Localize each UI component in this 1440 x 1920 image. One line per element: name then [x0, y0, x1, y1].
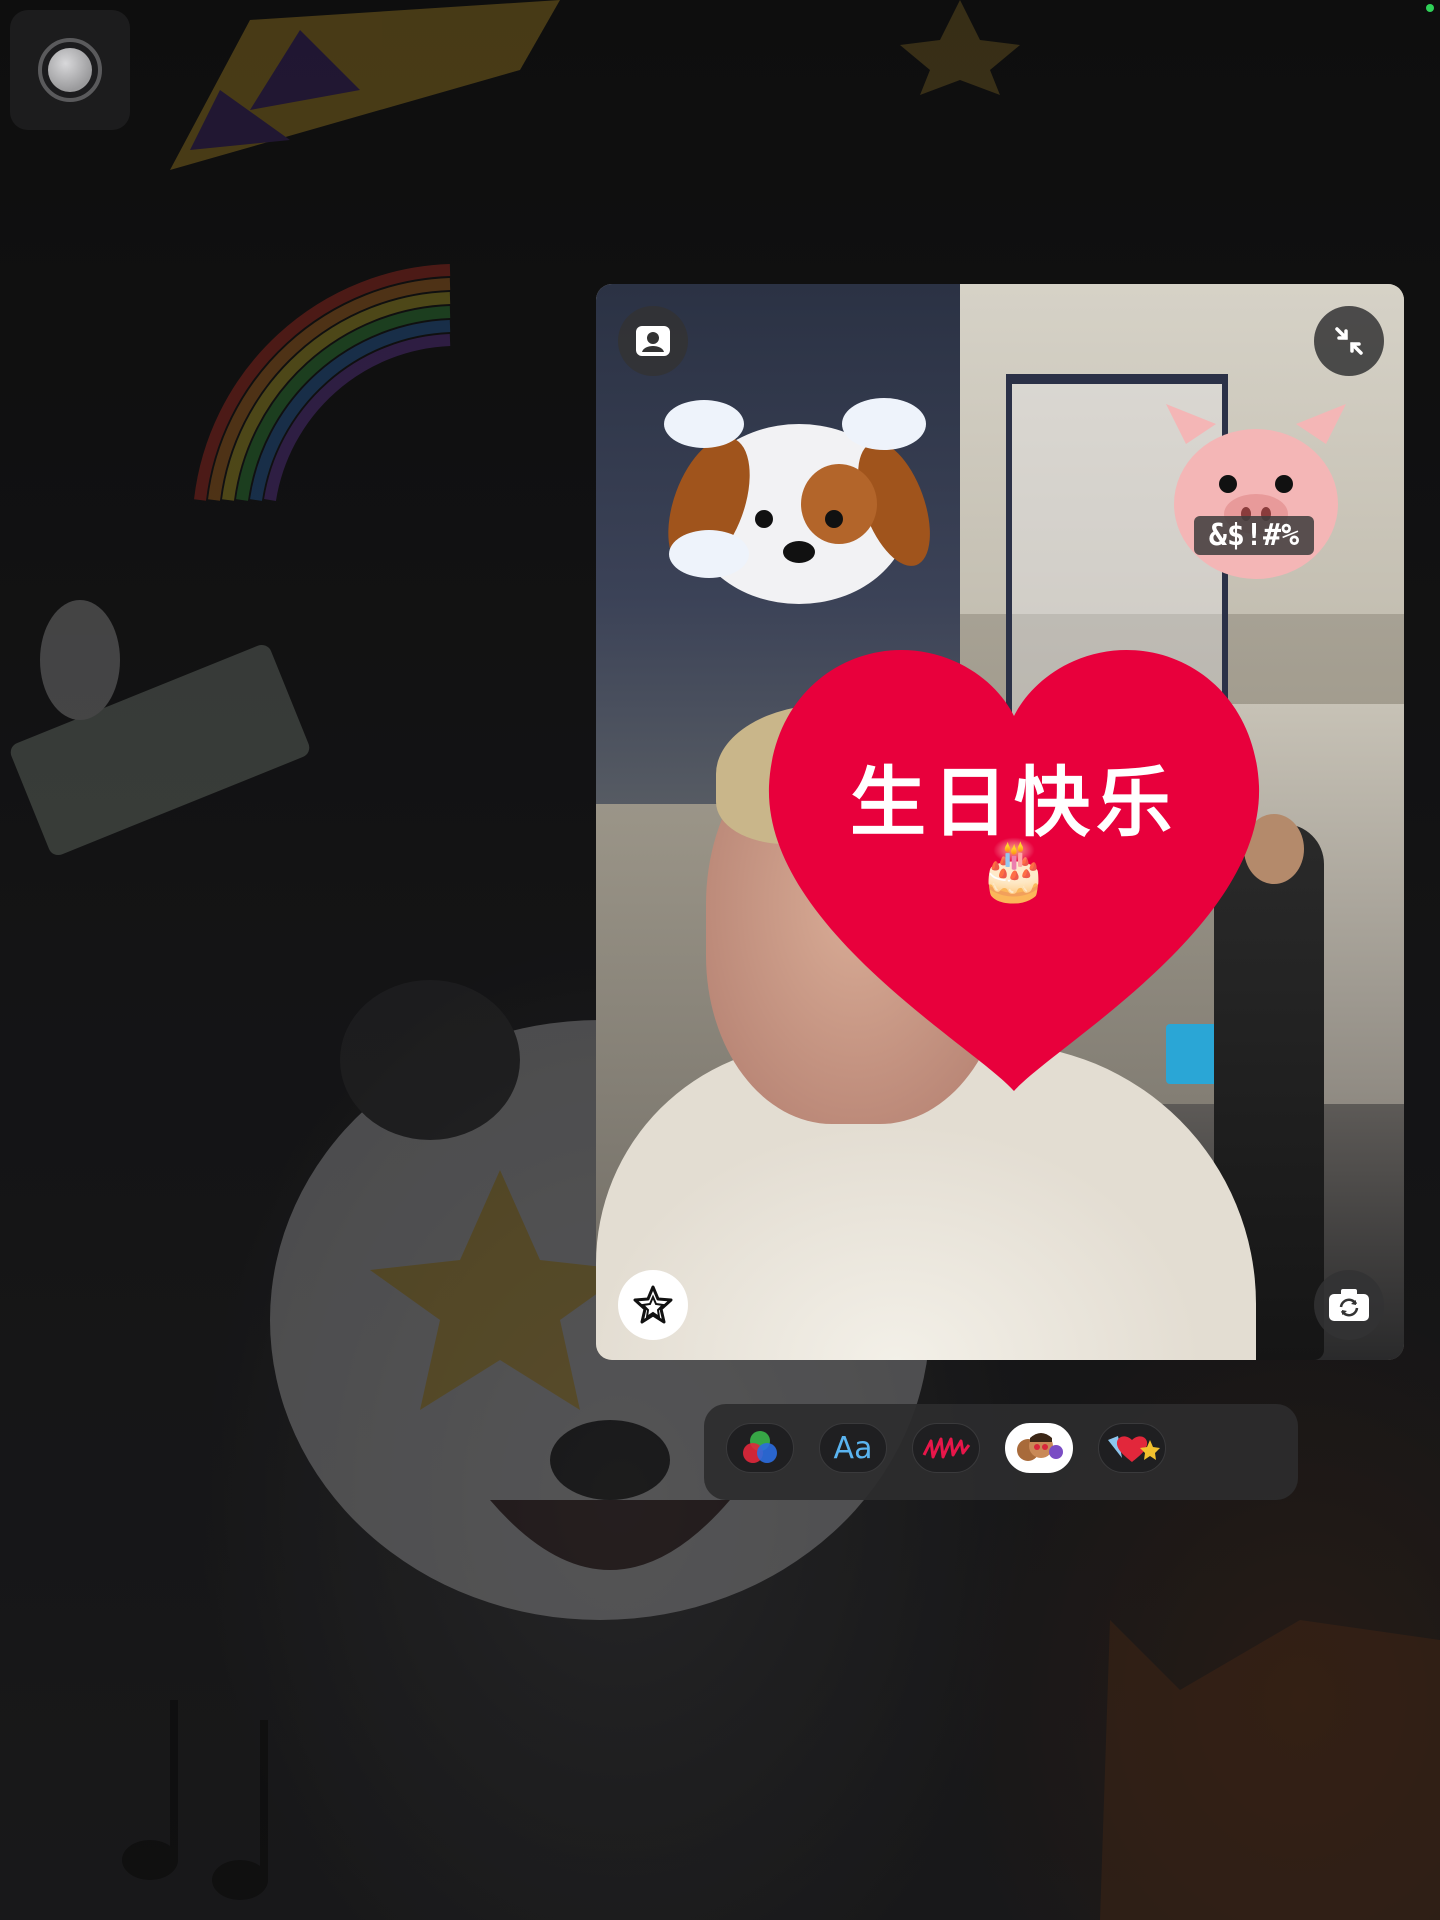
effects-button[interactable]: [618, 1270, 688, 1340]
text-effect-button[interactable]: Aa: [819, 1423, 887, 1473]
emoji-stickers-button[interactable]: [1098, 1423, 1166, 1473]
camera-in-use-indicator: [1426, 4, 1434, 12]
pig-face-icon: [1166, 404, 1346, 579]
heart-star-icon: [1108, 1436, 1160, 1462]
flip-camera-button[interactable]: [1314, 1270, 1384, 1340]
text-effect-label: Aa: [833, 1430, 873, 1466]
person-portrait-icon: [636, 326, 670, 356]
portrait-mode-button[interactable]: [618, 306, 688, 376]
dog-animoji-sticker[interactable]: [664, 394, 934, 604]
pig-censor-text: &$!#%: [1194, 516, 1314, 555]
heart-text-sticker[interactable]: 生日快乐 🎂: [764, 636, 1264, 1096]
self-view-tile[interactable]: &$!#% 生日快乐 🎂: [596, 284, 1404, 1360]
memoji-stickers-button[interactable]: [1005, 1423, 1073, 1473]
filters-button[interactable]: [726, 1423, 794, 1473]
facetime-screen: &$!#% 生日快乐 🎂 Aa: [0, 0, 1440, 1920]
effects-tray: Aa: [704, 1404, 1298, 1500]
memoji-icon: [1017, 1433, 1063, 1461]
live-photo-shutter[interactable]: [10, 10, 130, 130]
shapes-button[interactable]: [912, 1423, 980, 1473]
scribble-icon: [922, 1437, 971, 1459]
collapse-arrows-icon: [1335, 327, 1363, 355]
camera-flip-icon: [1329, 1289, 1369, 1321]
pig-animoji-sticker[interactable]: &$!#%: [1156, 404, 1356, 584]
star-effects-icon: [633, 1285, 673, 1324]
color-circles-icon: [743, 1431, 777, 1463]
shutter-inner-circle: [48, 48, 92, 92]
shutter-button[interactable]: [38, 38, 102, 102]
cake-emoji: 🎂: [977, 836, 1051, 904]
collapse-view-button[interactable]: [1314, 306, 1384, 376]
heart-sticker-text: 生日快乐: [850, 758, 1178, 847]
